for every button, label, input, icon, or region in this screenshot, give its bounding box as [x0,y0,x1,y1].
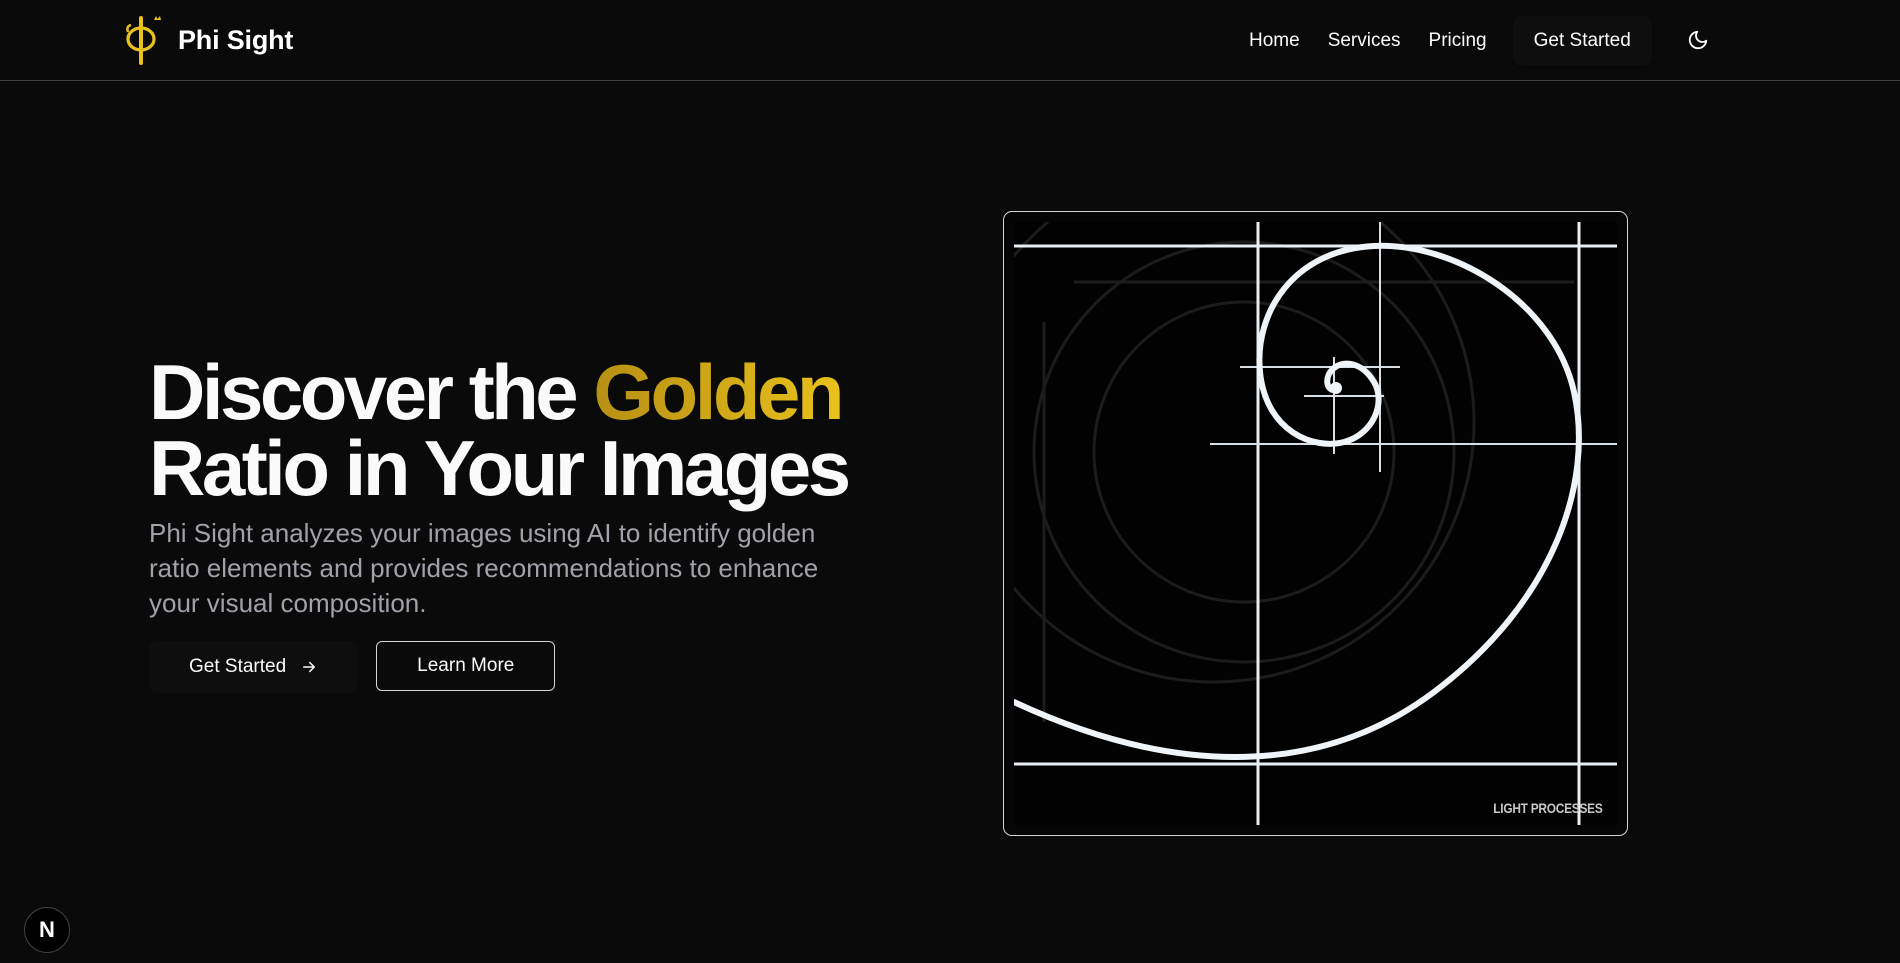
brand-name: Phi Sight [178,24,294,55]
hero-title-part1: Discover the [149,348,594,436]
hero-description: Phi Sight analyzes your images using AI … [149,518,819,618]
nav-home[interactable]: Home [1235,17,1314,65]
golden-spiral-image: LIGHT PROCESSES [1003,211,1628,836]
arrow-right-icon [303,661,316,673]
learn-more-button[interactable]: Learn More [376,641,556,691]
golden-spiral-illustration [1014,222,1617,825]
hero-title-accent: Golden [593,348,844,436]
image-watermark: LIGHT PROCESSES [1493,800,1604,816]
nextjs-dev-badge[interactable]: N [24,907,70,953]
get-started-label: Get Started [189,656,287,677]
theme-toggle-button[interactable] [1680,20,1716,60]
brand-logo[interactable]: Phi Sight [122,14,293,66]
get-started-button[interactable]: Get Started [149,641,359,693]
nextjs-icon: N [39,917,55,942]
nav-get-started-button[interactable]: Get Started [1512,16,1652,66]
site-header: Phi Sight Home Services Pricing Get Star… [0,0,1900,81]
hero-actions: Get Started Learn More [149,641,556,693]
moon-icon [1688,30,1708,50]
hero-title-line2: Ratio in Your Images [149,424,851,512]
phi-crown-icon [126,16,161,65]
nav-pricing[interactable]: Pricing [1415,17,1501,65]
nav-services[interactable]: Services [1314,17,1415,65]
hero-title: Discover the Golden Ratio in Your Images [149,353,909,507]
main-nav: Home Services Pricing Get Started [1235,16,1652,66]
